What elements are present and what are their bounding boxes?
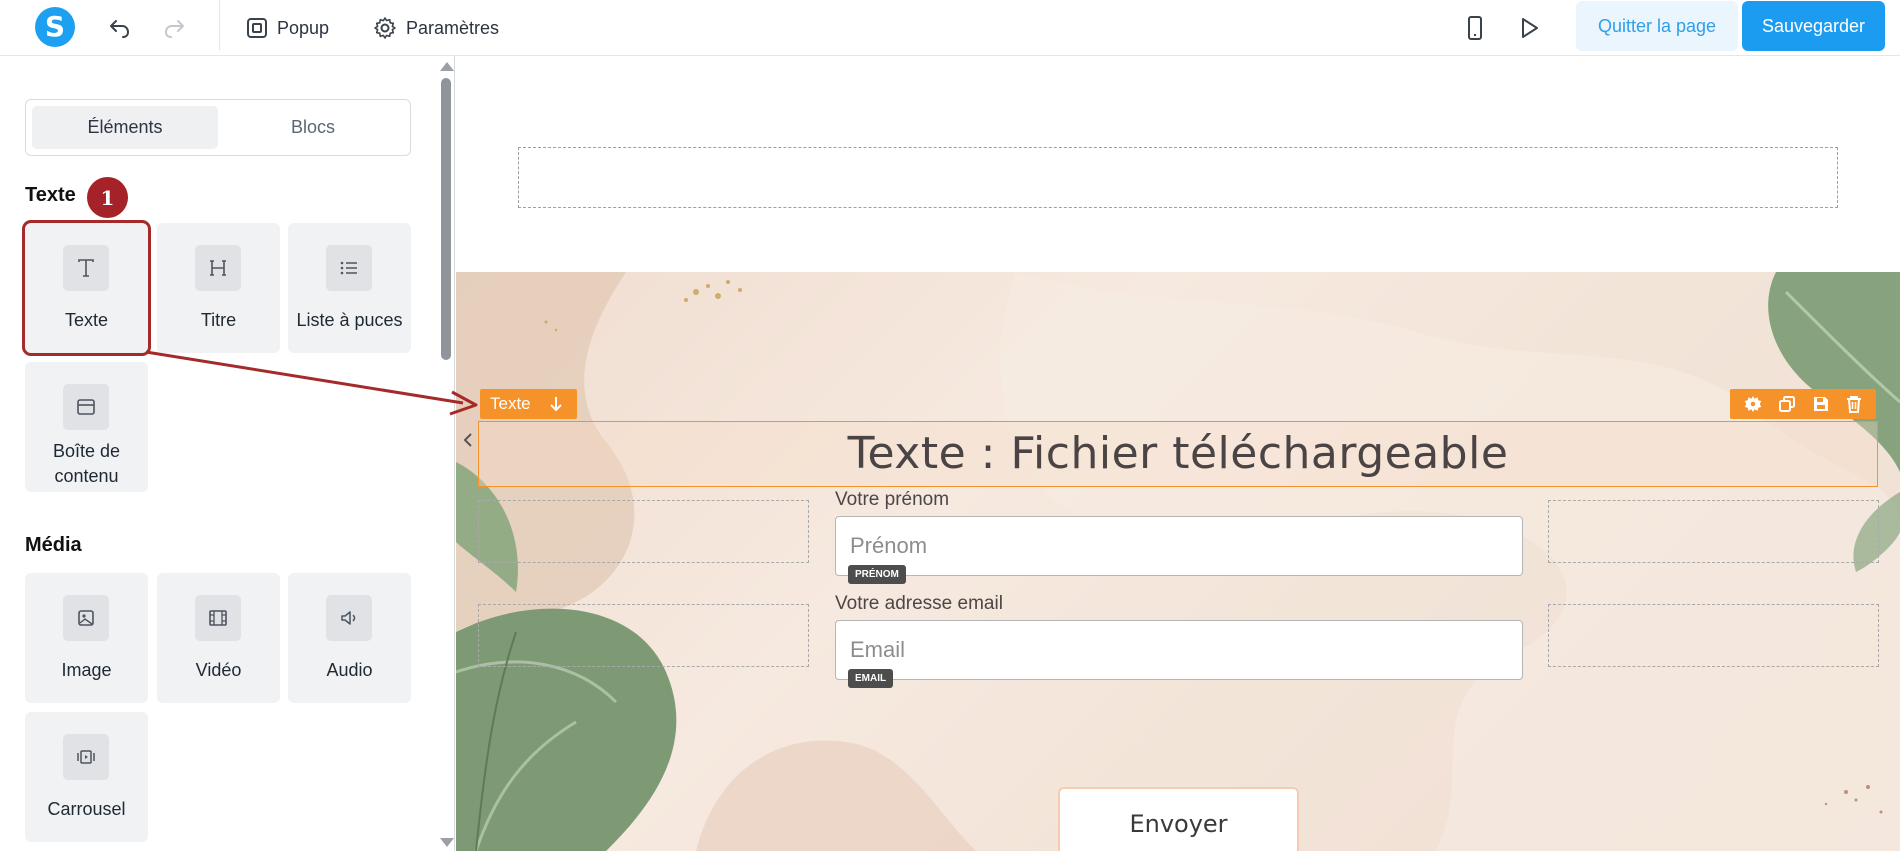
submit-button[interactable]: Envoyer (1058, 787, 1299, 851)
empty-column-placeholder[interactable] (478, 500, 809, 563)
text-icon (63, 245, 109, 291)
empty-column-placeholder[interactable] (1548, 500, 1879, 563)
popup-button[interactable]: Popup (246, 12, 329, 44)
app-logo[interactable]: S (35, 7, 75, 47)
firstname-placeholder: Prénom (850, 533, 928, 558)
element-tile-label: Liste à puces (296, 310, 403, 330)
field-tag-badge: PRÉNOM (848, 565, 906, 584)
scroll-up-arrow-icon[interactable] (440, 62, 454, 71)
gear-icon (374, 17, 396, 39)
firstname-label: Votre prénom (835, 489, 950, 510)
element-tile-audio[interactable]: Audio (288, 573, 411, 703)
gear-icon[interactable] (1744, 395, 1762, 413)
undo-icon[interactable] (104, 12, 136, 44)
selected-element-tag[interactable]: Texte (480, 389, 577, 419)
page-canvas: Texte Texte : Fichier téléchargeable Vot… (456, 56, 1900, 851)
element-tile-label: Titre (200, 310, 237, 330)
play-preview-icon[interactable] (1513, 12, 1545, 44)
element-tile-content-box[interactable]: Boîte de contenu (25, 362, 148, 492)
element-tile-label: Carrousel (47, 799, 126, 819)
elements-sidebar: Éléments Blocs Texte 1 Texte Titre Liste… (0, 56, 455, 851)
content-box-icon (63, 384, 109, 430)
section-title-media: Média (25, 534, 82, 556)
popup-label: Popup (277, 17, 330, 38)
email-field[interactable]: Email EMAIL (835, 620, 1523, 688)
settings-label: Paramètres (406, 17, 500, 38)
list-icon (326, 245, 372, 291)
tab-elements[interactable]: Éléments (32, 106, 218, 149)
element-tile-image[interactable]: Image (25, 573, 148, 703)
empty-column-placeholder[interactable] (1548, 604, 1879, 667)
sidebar-tabs: Éléments Blocs (25, 99, 411, 156)
arrow-down-icon[interactable] (549, 396, 563, 412)
scrollbar-thumb[interactable] (441, 78, 451, 360)
scroll-down-arrow-icon[interactable] (440, 838, 454, 847)
element-tile-bullet-list[interactable]: Liste à puces (288, 223, 411, 353)
element-actions-toolbar (1730, 389, 1876, 419)
carousel-icon (63, 734, 109, 780)
heading-icon (195, 245, 241, 291)
empty-column-placeholder[interactable] (478, 604, 809, 667)
audio-icon (326, 595, 372, 641)
chevron-left-icon[interactable] (460, 422, 476, 458)
save-button[interactable]: Sauvegarder (1742, 1, 1885, 51)
element-tile-label: Audio (326, 660, 373, 680)
duplicate-icon[interactable] (1778, 395, 1796, 413)
selected-text-element[interactable]: Texte : Fichier téléchargeable (478, 421, 1878, 487)
email-label: Votre adresse email (835, 593, 1003, 614)
empty-drop-zone[interactable] (518, 147, 1838, 208)
element-tile-video[interactable]: Vidéo (157, 573, 280, 703)
section-title-text: Texte (25, 184, 76, 206)
field-tag-badge: EMAIL (848, 669, 894, 688)
tab-blocks[interactable]: Blocs (220, 106, 406, 149)
trash-icon[interactable] (1846, 395, 1862, 413)
top-toolbar: S Popup Paramètres Quitter la page Sauve… (0, 0, 1900, 56)
page-title[interactable]: Texte : Fichier téléchargeable (479, 422, 1877, 486)
popup-icon (247, 18, 267, 38)
toolbar-divider (219, 0, 220, 50)
element-tile-label: Texte (64, 310, 109, 330)
element-tile-label: Boîte de contenu (52, 441, 121, 486)
save-block-icon[interactable] (1812, 395, 1830, 413)
image-icon (63, 595, 109, 641)
element-tile-heading[interactable]: Titre (157, 223, 280, 353)
redo-icon[interactable] (158, 12, 190, 44)
element-tile-label: Vidéo (195, 660, 242, 680)
element-tile-text[interactable]: Texte (22, 220, 151, 356)
settings-button[interactable]: Paramètres (373, 12, 499, 44)
step-badge: 1 (87, 177, 128, 218)
element-tile-carousel[interactable]: Carrousel (25, 712, 148, 842)
firstname-field[interactable]: Prénom PRÉNOM (835, 516, 1523, 584)
mobile-preview-icon[interactable] (1459, 12, 1491, 44)
element-tile-label: Image (61, 660, 112, 680)
quit-page-button[interactable]: Quitter la page (1576, 1, 1738, 51)
video-icon (195, 595, 241, 641)
email-placeholder: Email (850, 637, 906, 662)
selected-element-label: Texte (490, 394, 531, 413)
